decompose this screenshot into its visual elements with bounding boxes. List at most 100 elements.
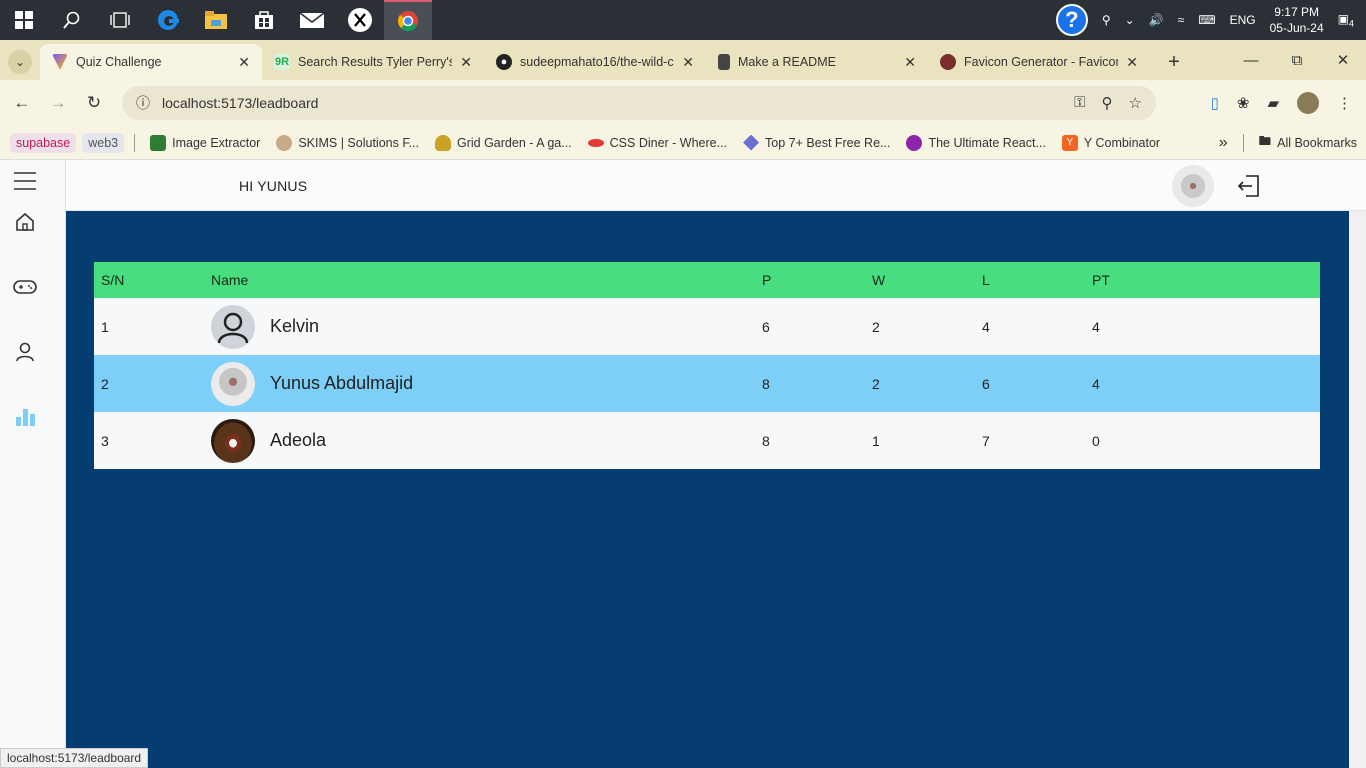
bookmark-css-diner[interactable]: CSS Diner - Where... xyxy=(583,136,732,150)
mail-icon[interactable] xyxy=(288,0,336,40)
cell-p: 8 xyxy=(755,412,865,469)
edge-icon[interactable] xyxy=(144,0,192,40)
close-tab-icon[interactable]: ✕ xyxy=(238,54,250,71)
default-user-avatar-icon xyxy=(211,304,255,349)
windows-start-icon[interactable] xyxy=(0,0,48,40)
tab-make-readme[interactable]: Make a README ✕ xyxy=(706,44,928,80)
clock[interactable]: 9:17 PM 05-Jun-24 xyxy=(1270,4,1324,36)
zoom-icon[interactable]: ⚲ xyxy=(1102,94,1113,112)
tab-title: Search Results Tyler Perry's S xyxy=(298,55,453,69)
document-favicon-icon xyxy=(718,54,730,70)
close-window-icon[interactable]: ✕ xyxy=(1320,51,1366,69)
clock-date: 05-Jun-24 xyxy=(1269,21,1324,35)
close-tab-icon[interactable]: ✕ xyxy=(1126,54,1138,71)
col-name: Name xyxy=(204,262,755,298)
bookmark-top7[interactable]: Top 7+ Best Free Re... xyxy=(738,134,895,151)
user-avatar[interactable] xyxy=(1172,165,1214,207)
bookmark-label: Y Combinator xyxy=(1083,135,1161,150)
site-info-icon[interactable]: ⓘ xyxy=(136,93,150,113)
notification-icon[interactable]: ▣4 xyxy=(1338,12,1354,28)
table-row: 3 Adeola 8 1 7 0 xyxy=(94,412,1320,469)
language-indicator[interactable]: ENG xyxy=(1230,13,1256,27)
close-tab-icon[interactable]: ✕ xyxy=(904,54,916,71)
github-favicon-icon: ● xyxy=(496,54,512,70)
extensions-puzzle-icon[interactable]: ▰ xyxy=(1267,94,1279,112)
app-header: HI YUNUS xyxy=(66,160,1366,211)
scrollbar[interactable] xyxy=(1349,211,1366,768)
grid-garden-icon xyxy=(435,134,451,151)
tab-title: Quiz Challenge xyxy=(76,55,162,69)
bookmark-label: All Bookmarks xyxy=(1277,135,1357,150)
file-explorer-icon[interactable] xyxy=(192,0,240,40)
store-icon[interactable] xyxy=(240,0,288,40)
task-view-icon[interactable] xyxy=(96,0,144,40)
9r-favicon-icon: 9R xyxy=(274,54,290,70)
logout-icon[interactable] xyxy=(1237,174,1261,203)
browser-tab-bar: ⌄ Quiz Challenge ✕ 9R Search Results Tyl… xyxy=(0,40,1366,80)
password-key-icon[interactable]: ⚿ xyxy=(1074,94,1085,112)
volume-icon[interactable]: 🔊 xyxy=(1149,13,1164,27)
profile-icon[interactable] xyxy=(13,340,37,364)
col-w: W xyxy=(865,262,975,298)
x-app-icon[interactable] xyxy=(336,0,384,40)
extension-bug-icon[interactable]: ❀ xyxy=(1237,94,1250,112)
tab-quiz-challenge[interactable]: Quiz Challenge ✕ xyxy=(40,44,262,80)
wifi-icon[interactable]: ≈ xyxy=(1178,13,1185,27)
player-avatar xyxy=(211,418,255,463)
tab-title: Favicon Generator - Favicon xyxy=(964,55,1119,69)
bookmark-y-combinator[interactable]: Y Y Combinator xyxy=(1057,134,1165,151)
bookmark-web3[interactable]: web3 xyxy=(82,132,125,153)
tab-search-dropdown-icon[interactable]: ⌄ xyxy=(0,44,40,80)
help-icon[interactable]: ? xyxy=(1055,4,1088,36)
bookmark-supabase[interactable]: supabase xyxy=(10,132,77,153)
image-extractor-icon xyxy=(150,134,167,151)
bookmark-label: Top 7+ Best Free Re... xyxy=(765,135,891,150)
more-menu-icon[interactable]: ⋮ xyxy=(1337,94,1352,112)
folder-icon: 🖿 xyxy=(1258,134,1272,148)
player-name: Kelvin xyxy=(270,316,320,336)
new-tab-button[interactable]: + xyxy=(1150,44,1198,80)
search-icon[interactable] xyxy=(48,0,96,40)
profile-avatar[interactable] xyxy=(1297,92,1319,114)
hamburger-menu-icon[interactable] xyxy=(13,169,37,193)
back-icon[interactable]: ← xyxy=(4,93,40,113)
gamepad-icon[interactable] xyxy=(13,275,37,299)
bookmark-star-icon[interactable]: ☆ xyxy=(1129,94,1142,112)
cell-pt: 4 xyxy=(1085,355,1320,412)
people-icon[interactable]: ⚲ xyxy=(1102,13,1111,27)
table-row: 1 Kelvin 6 2 4 4 xyxy=(94,298,1320,355)
leaderboard-icon[interactable] xyxy=(13,405,37,429)
bookmark-skims[interactable]: SKIMS | Solutions F... xyxy=(271,134,424,151)
restore-icon[interactable]: ⧉ xyxy=(1274,52,1320,69)
main-content: S/N Name P W L PT 1 Kelvin 6 2 4 4 2 Yun… xyxy=(66,211,1349,768)
cell-name: Adeola xyxy=(204,412,755,469)
address-toolbar: ← → ↻ ⓘ localhost:5173/leadboard ⚿ ⚲ ☆ ▯… xyxy=(0,80,1366,126)
tab-favicon-generator[interactable]: Favicon Generator - Favicon ✕ xyxy=(928,44,1150,80)
bookmark-grid-garden[interactable]: Grid Garden - A ga... xyxy=(430,134,577,151)
bookmarks-bar: supabase web3 Image Extractor SKIMS | So… xyxy=(0,126,1366,160)
chrome-icon[interactable] xyxy=(384,0,432,40)
tab-title: sudeepmahato16/the-wild-c xyxy=(520,55,674,69)
bookmark-image-extractor[interactable]: Image Extractor xyxy=(145,134,265,151)
col-pt: PT xyxy=(1085,262,1320,298)
tab-github[interactable]: ● sudeepmahato16/the-wild-c ✕ xyxy=(484,44,706,80)
all-bookmarks[interactable]: 🖿 All Bookmarks xyxy=(1254,132,1362,153)
chevron-up-icon[interactable]: ⌄ xyxy=(1125,13,1135,27)
leaderboard-table: S/N Name P W L PT 1 Kelvin 6 2 4 4 2 Yun… xyxy=(94,262,1320,469)
extension-phone-icon[interactable]: ▯ xyxy=(1211,94,1219,112)
forward-icon[interactable]: → xyxy=(40,93,76,113)
reload-icon[interactable]: ↻ xyxy=(76,93,112,113)
tab-search-results[interactable]: 9R Search Results Tyler Perry's S ✕ xyxy=(262,44,484,80)
close-tab-icon[interactable]: ✕ xyxy=(682,54,694,71)
home-icon[interactable] xyxy=(13,210,37,234)
bookmark-ultimate-react[interactable]: The Ultimate React... xyxy=(901,134,1050,151)
close-tab-icon[interactable]: ✕ xyxy=(460,54,472,71)
skims-icon xyxy=(276,134,293,151)
more-bookmarks-icon[interactable]: » xyxy=(1214,134,1233,152)
keyboard-icon[interactable]: ⌨ xyxy=(1198,13,1215,27)
cell-l: 4 xyxy=(975,298,1085,355)
url-bar[interactable]: ⓘ localhost:5173/leadboard ⚿ ⚲ ☆ xyxy=(122,86,1156,120)
cell-name: Yunus Abdulmajid xyxy=(204,355,755,412)
minimize-icon[interactable]: — xyxy=(1228,52,1274,69)
windows-taskbar: ? ⚲ ⌄ 🔊 ≈ ⌨ ENG 9:17 PM 05-Jun-24 ▣4 xyxy=(0,0,1366,40)
